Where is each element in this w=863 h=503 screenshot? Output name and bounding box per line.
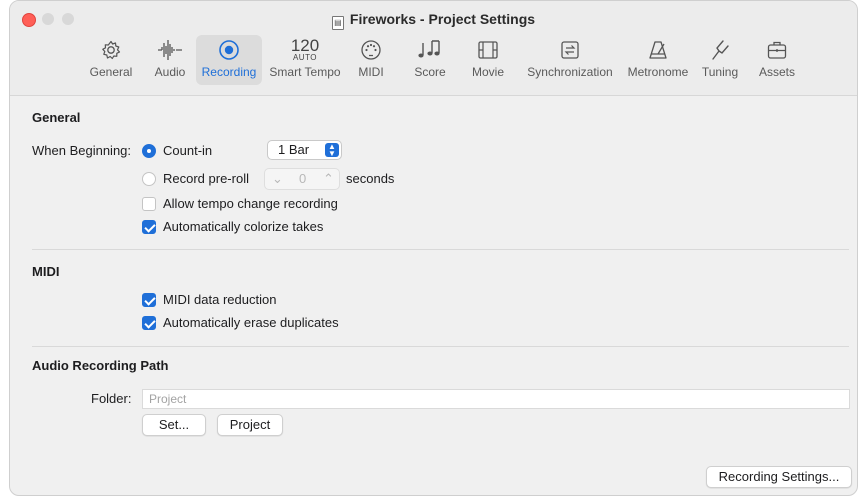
window-title: ▤ Fireworks - Project Settings xyxy=(10,11,857,30)
colorize-takes-label: Automatically colorize takes xyxy=(163,219,324,234)
count-in-label: Count-in xyxy=(163,143,213,158)
metronome-icon xyxy=(622,37,694,63)
titlebar: ▤ Fireworks - Project Settings General Au… xyxy=(10,1,857,96)
tab-tuning[interactable]: Tuning xyxy=(699,35,741,85)
tempo-icon: 120 AUTO xyxy=(290,35,320,62)
section-divider xyxy=(32,249,849,250)
allow-tempo-change-label: Allow tempo change recording xyxy=(163,196,338,211)
sync-icon xyxy=(518,37,622,63)
chevron-up-down-icon: ▲ ▼ xyxy=(325,143,339,158)
chevron-up-icon[interactable]: ⌃ xyxy=(323,171,334,187)
section-title-audio-recording-path: Audio Recording Path xyxy=(32,358,169,373)
tab-assets[interactable]: Assets xyxy=(755,35,799,85)
recording-settings-button[interactable]: Recording Settings... xyxy=(706,466,852,488)
tab-score[interactable]: Score xyxy=(410,35,450,85)
briefcase-icon xyxy=(755,37,799,63)
erase-duplicates-label: Automatically erase duplicates xyxy=(163,315,339,330)
project-folder-button[interactable]: Project xyxy=(217,414,283,436)
when-beginning-label: When Beginning: xyxy=(32,143,132,158)
recording-settings-pane: General When Beginning: Count-in 1 Bar ▲… xyxy=(10,96,857,495)
tab-recording[interactable]: Recording xyxy=(196,35,262,85)
gear-icon xyxy=(88,37,134,63)
count-in-radio[interactable] xyxy=(142,144,156,158)
tab-audio[interactable]: Audio xyxy=(149,35,191,85)
tab-general[interactable]: General xyxy=(88,35,134,85)
waveform-icon xyxy=(149,37,191,63)
document-icon: ▤ xyxy=(331,16,344,30)
project-settings-window: ▤ Fireworks - Project Settings General Au… xyxy=(9,0,858,496)
tab-midi[interactable]: MIDI xyxy=(353,35,389,85)
tab-smart-tempo[interactable]: 120 AUTO Smart Tempo xyxy=(266,35,344,85)
midi-port-icon xyxy=(353,37,389,63)
erase-duplicates-checkbox[interactable] xyxy=(142,316,156,330)
colorize-takes-checkbox[interactable] xyxy=(142,220,156,234)
folder-path-field[interactable]: Project xyxy=(142,389,850,409)
section-divider xyxy=(32,346,849,347)
preroll-stepper[interactable]: ⌄ 0 ⌃ xyxy=(264,168,340,190)
preroll-unit-label: seconds xyxy=(346,171,395,186)
record-preroll-radio[interactable] xyxy=(142,172,156,186)
midi-data-reduction-checkbox[interactable] xyxy=(142,293,156,307)
allow-tempo-change-checkbox[interactable] xyxy=(142,197,156,211)
notes-icon xyxy=(410,37,450,63)
folder-label: Folder: xyxy=(91,391,132,406)
tab-metronome[interactable]: Metronome xyxy=(622,35,694,85)
tab-synchronization[interactable]: Synchronization xyxy=(518,35,622,85)
section-title-general: General xyxy=(32,110,81,125)
record-preroll-label: Record pre-roll xyxy=(163,171,249,186)
section-title-midi: MIDI xyxy=(32,264,60,279)
tab-movie[interactable]: Movie xyxy=(468,35,508,85)
record-icon xyxy=(196,37,262,63)
settings-toolbar: General Audio Recording 120 AUTO Smart T… xyxy=(10,35,857,87)
midi-data-reduction-label: MIDI data reduction xyxy=(163,292,277,307)
count-in-popup[interactable]: 1 Bar ▲ ▼ xyxy=(267,140,342,160)
chevron-down-icon[interactable]: ⌄ xyxy=(272,171,283,187)
tuning-fork-icon xyxy=(699,37,741,63)
set-folder-button[interactable]: Set... xyxy=(142,414,206,436)
film-icon xyxy=(468,37,508,63)
